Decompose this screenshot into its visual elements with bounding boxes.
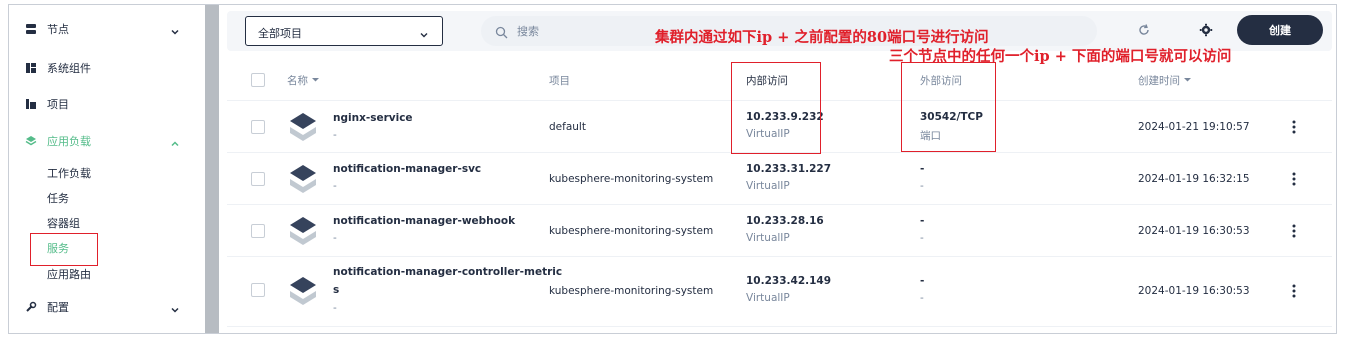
service-desc: -: [333, 129, 337, 141]
service-desc: -: [333, 180, 337, 192]
app-frame: 节点 系统组件 项目 应用负载 工作负载 任务 容器组 服务 应用路由 配置 全…: [8, 4, 1337, 334]
annotation-internal-note: 集群内通过如下ip + 之前配置的80端口号进行访问: [655, 29, 989, 46]
service-name[interactable]: notification-manager-svc: [333, 163, 481, 175]
sidebar-item-config[interactable]: 配置: [9, 293, 205, 321]
row-checkbox[interactable]: [251, 283, 265, 297]
column-header-name[interactable]: 名称: [287, 73, 320, 88]
project-select[interactable]: 全部项目: [245, 16, 443, 46]
sidebar-item-label: 项目: [47, 98, 69, 111]
internal-type: VirtualIP: [746, 232, 790, 244]
sidebar-scrollbar[interactable]: [205, 5, 219, 333]
row-checkbox[interactable]: [251, 224, 265, 238]
sidebar-item-label: 应用负载: [47, 135, 91, 148]
chevron-down-icon: [169, 23, 181, 35]
column-header-external-access: 外部访问: [920, 75, 962, 87]
service-name[interactable]: notification-manager-webhook: [333, 215, 515, 227]
service-project: default: [549, 121, 586, 133]
services-table: 名称 项目 内部访问 外部访问 创建时间 nginx-service - def…: [227, 59, 1332, 327]
external-type: -: [920, 292, 924, 304]
sidebar-subitem-pods[interactable]: 容器组: [47, 215, 80, 231]
internal-ip: 10.233.42.149: [746, 275, 832, 287]
sidebar-subitem-jobs[interactable]: 任务: [47, 190, 69, 206]
chevron-down-icon: [418, 26, 430, 45]
service-project: kubesphere-monitoring-system: [549, 173, 714, 185]
workload-icon: [25, 135, 37, 147]
main-content: 全部项目 创建 名称 项目 内部访问 外部访问 创建时间: [227, 5, 1336, 333]
sidebar-item-nodes[interactable]: 节点: [9, 15, 205, 43]
sidebar-item-projects[interactable]: 项目: [9, 90, 205, 118]
created-time: 2024-01-19 16:30:53: [1138, 285, 1250, 297]
internal-type: VirtualIP: [746, 292, 790, 304]
chevron-down-icon: [169, 301, 181, 313]
internal-ip: 10.233.9.232: [746, 111, 824, 123]
created-time: 2024-01-19 16:32:15: [1138, 173, 1250, 185]
service-project: kubesphere-monitoring-system: [549, 285, 714, 297]
service-icon: [290, 113, 316, 141]
gear-icon[interactable]: [1199, 22, 1215, 38]
sidebar-subitem-routes[interactable]: 应用路由: [47, 266, 91, 282]
service-project: kubesphere-monitoring-system: [549, 225, 714, 237]
sidebar-item-label: 配置: [47, 301, 69, 314]
components-icon: [25, 62, 37, 74]
sidebar-item-label: 系统组件: [47, 62, 91, 75]
external-port: -: [920, 275, 925, 287]
sidebar: 节点 系统组件 项目 应用负载 工作负载 任务 容器组 服务 应用路由 配置: [9, 5, 205, 333]
more-icon[interactable]: [1287, 171, 1301, 187]
service-name[interactable]: notification-manager-controller-metric: [333, 266, 562, 278]
external-port: -: [920, 215, 925, 227]
sidebar-subitem-services[interactable]: 服务: [47, 240, 69, 256]
server-icon: [25, 23, 37, 35]
internal-ip: 10.233.28.16: [746, 215, 824, 227]
column-header-internal-access: 内部访问: [746, 75, 788, 87]
internal-type: VirtualIP: [746, 128, 790, 140]
refresh-icon[interactable]: [1137, 22, 1153, 38]
row-checkbox[interactable]: [251, 172, 265, 186]
service-desc: -: [333, 302, 337, 314]
wrench-icon: [25, 301, 37, 313]
sidebar-item-label: 节点: [47, 23, 69, 36]
select-all-checkbox[interactable]: [251, 73, 265, 87]
external-port: 30542/TCP: [920, 111, 983, 123]
service-icon: [290, 217, 316, 245]
external-port: -: [920, 163, 925, 175]
annotation-external-note: 三个节点中的任何一个ip + 下面的端口号就可以访问: [889, 48, 1232, 65]
created-time: 2024-01-19 16:30:53: [1138, 225, 1250, 237]
column-header-project: 项目: [549, 75, 570, 87]
project-icon: [25, 98, 37, 110]
service-desc: -: [333, 232, 337, 244]
service-name[interactable]: nginx-service: [333, 112, 413, 124]
external-type: 端口: [920, 130, 941, 142]
service-icon: [290, 165, 316, 193]
more-icon[interactable]: [1287, 283, 1301, 299]
search-icon: [495, 24, 508, 43]
sidebar-item-system-components[interactable]: 系统组件: [9, 54, 205, 82]
internal-ip: 10.233.31.227: [746, 163, 832, 175]
service-icon: [290, 277, 316, 305]
table-row[interactable]: notification-manager-controller-metric s…: [227, 257, 1332, 327]
more-icon[interactable]: [1287, 223, 1301, 239]
chevron-up-icon: [169, 135, 181, 147]
service-name-continued[interactable]: s: [333, 284, 339, 296]
row-checkbox[interactable]: [251, 120, 265, 134]
table-row[interactable]: notification-manager-svc - kubesphere-mo…: [227, 153, 1332, 205]
project-select-value: 全部项目: [258, 27, 302, 40]
created-time: 2024-01-21 19:10:57: [1138, 121, 1250, 133]
table-row[interactable]: nginx-service - default 10.233.9.232 Vir…: [227, 101, 1332, 153]
internal-type: VirtualIP: [746, 180, 790, 192]
table-row[interactable]: notification-manager-webhook - kubespher…: [227, 205, 1332, 257]
sidebar-subitem-workloads[interactable]: 工作负载: [47, 165, 91, 181]
sidebar-item-app-workloads[interactable]: 应用负载: [9, 127, 205, 155]
external-type: -: [920, 180, 924, 192]
create-button[interactable]: 创建: [1237, 15, 1323, 45]
external-type: -: [920, 232, 924, 244]
column-header-created[interactable]: 创建时间: [1138, 73, 1192, 88]
more-icon[interactable]: [1287, 119, 1301, 135]
